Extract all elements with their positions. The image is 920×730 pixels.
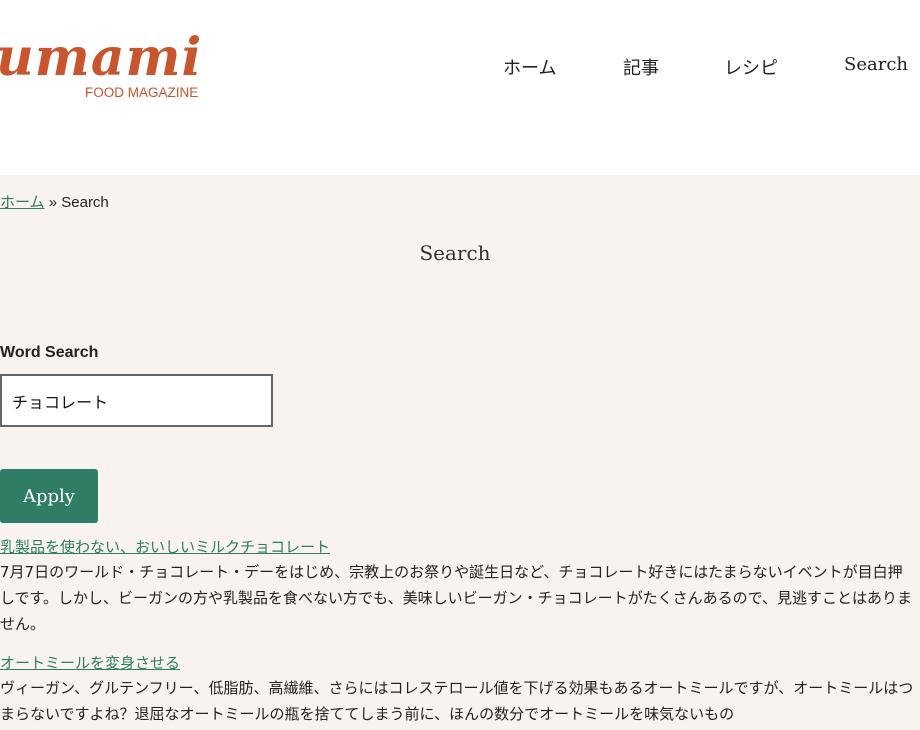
breadcrumb-current: Search [61, 194, 109, 211]
breadcrumb: ホーム » Search [0, 191, 109, 212]
result-excerpt: ヴィーガン、グルテンフリー、低脂肪、高繊維、さらにはコレステロール値を下げる効果… [0, 679, 914, 723]
result-title-link[interactable]: オートミールを変身させる [0, 651, 180, 675]
breadcrumb-home-link[interactable]: ホーム [0, 194, 45, 211]
nav-item-articles[interactable]: 記事 [623, 54, 659, 80]
page-title: Search [419, 241, 491, 265]
apply-button[interactable]: Apply [0, 469, 98, 523]
page: umami FOOD MAGAZINE ホーム 記事 レシピ Search ホー… [0, 0, 920, 730]
nav-item-recipes[interactable]: レシピ [724, 54, 778, 80]
search-result: オートミールを変身させる ヴィーガン、グルテンフリー、低脂肪、高繊維、さらにはコ… [0, 651, 916, 727]
search-result: 乳製品を使わない、おいしいミルクチョコレート 7月7日のワールド・チョコレート・… [0, 535, 916, 637]
nav-item-search[interactable]: Search [844, 54, 908, 75]
site-header: umami FOOD MAGAZINE ホーム 記事 レシピ Search [0, 0, 920, 175]
word-search-label: Word Search [0, 344, 99, 361]
result-excerpt: 7月7日のワールド・チョコレート・デーをはじめ、宗教上のお祭りや誕生日など、チョ… [0, 563, 913, 633]
breadcrumb-separator: » [44, 194, 62, 211]
search-results: 乳製品を使わない、おいしいミルクチョコレート 7月7日のワールド・チョコレート・… [0, 535, 916, 730]
result-title-link[interactable]: 乳製品を使わない、おいしいミルクチョコレート [0, 535, 330, 559]
logo-subtitle: FOOD MAGAZINE [85, 85, 199, 100]
main-nav: ホーム 記事 レシピ Search [0, 54, 920, 80]
main-content: ホーム » Search Search Word Search Apply 乳製… [0, 175, 920, 730]
word-search-input[interactable] [0, 374, 273, 427]
nav-item-home[interactable]: ホーム [503, 54, 556, 80]
